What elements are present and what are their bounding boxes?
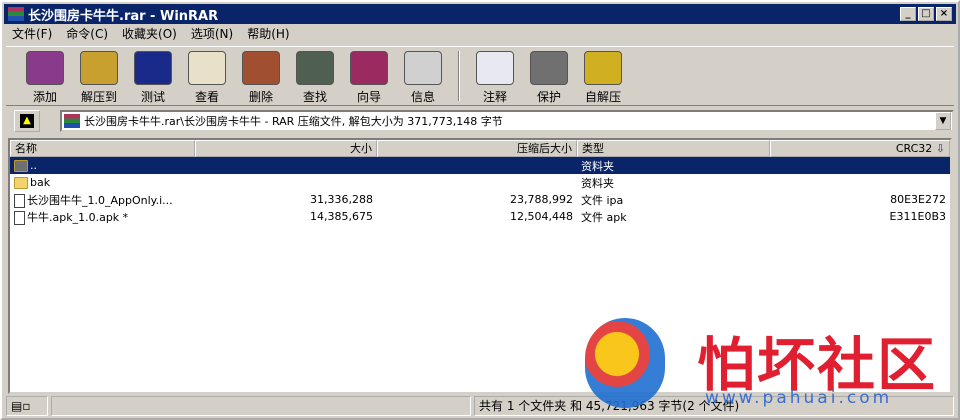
protect-icon bbox=[530, 51, 568, 85]
file-packed: 12,504,448 bbox=[510, 210, 573, 223]
winrar-window: 长沙围房卡牛牛.rar - WinRAR _ □ × 文件(F) 命令(C) 收… bbox=[0, 0, 960, 420]
file-size: 31,336,288 bbox=[310, 193, 373, 206]
column-name[interactable]: 名称 bbox=[10, 140, 195, 157]
info-icon bbox=[404, 51, 442, 85]
table-row[interactable]: .. 资料夹 bbox=[10, 157, 950, 174]
table-row[interactable]: bak 资料夹 bbox=[10, 174, 950, 191]
title-bar: 长沙围房卡牛牛.rar - WinRAR _ □ × bbox=[4, 4, 956, 24]
table-row[interactable]: 长沙围牛牛_1.0_AppOnly.i... 31,336,288 23,788… bbox=[10, 191, 950, 208]
add-archive-icon bbox=[26, 51, 64, 85]
toolbar: 添加 解压到 测试 查看 删除 查找 向导 信息 注释 保护 自解压 bbox=[6, 46, 954, 106]
sfx-icon bbox=[584, 51, 622, 85]
delete-icon bbox=[242, 51, 280, 85]
menu-bar: 文件(F) 命令(C) 收藏夹(O) 选项(N) 帮助(H) bbox=[6, 24, 290, 42]
minimize-button[interactable]: _ bbox=[900, 7, 916, 21]
toolbar-button-info[interactable]: 信息 bbox=[396, 47, 450, 105]
menu-file[interactable]: 文件(F) bbox=[12, 25, 52, 42]
maximize-button[interactable]: □ bbox=[918, 7, 934, 21]
file-type: 资料夹 bbox=[581, 159, 614, 173]
file-name: .. bbox=[30, 159, 37, 172]
menu-commands[interactable]: 命令(C) bbox=[66, 25, 108, 42]
toolbar-label: 添加 bbox=[32, 90, 57, 104]
path-dropdown-button[interactable]: ▼ bbox=[935, 112, 951, 130]
test-icon bbox=[134, 51, 172, 85]
toolbar-button-protect[interactable]: 保护 bbox=[522, 47, 576, 105]
toolbar-label: 信息 bbox=[410, 90, 435, 104]
wizard-icon bbox=[350, 51, 388, 85]
menu-favorites[interactable]: 收藏夹(O) bbox=[122, 25, 177, 42]
file-packed: 23,788,992 bbox=[510, 193, 573, 206]
file-type: 文件 apk bbox=[581, 210, 627, 224]
file-name: bak bbox=[30, 176, 51, 189]
file-crc: E311E0B3 bbox=[889, 210, 946, 223]
toolbar-separator bbox=[458, 51, 460, 101]
file-type: 文件 ipa bbox=[581, 193, 624, 207]
toolbar-label: 保护 bbox=[536, 90, 561, 104]
toolbar-button-wizard[interactable]: 向导 bbox=[342, 47, 396, 105]
sort-arrow-icon: ⇩ bbox=[935, 142, 945, 155]
status-bar: ▤▫ 共有 1 个文件夹 和 45,721,963 字节(2 个文件) bbox=[6, 396, 954, 416]
file-crc: 80E3E272 bbox=[890, 193, 946, 206]
find-icon bbox=[296, 51, 334, 85]
toolbar-label: 查看 bbox=[194, 90, 219, 104]
toolbar-label: 查找 bbox=[302, 90, 327, 104]
toolbar-label: 测试 bbox=[140, 90, 165, 104]
toolbar-button-extract[interactable]: 解压到 bbox=[72, 47, 126, 105]
archive-icon bbox=[64, 114, 80, 128]
file-list[interactable]: 名称 大小 压缩后大小 类型 CRC32 ⇩ .. 资料夹 bak 资料夹 长沙… bbox=[8, 138, 952, 394]
column-size[interactable]: 大小 bbox=[195, 140, 377, 157]
table-row[interactable]: 牛牛.apk_1.0.apk * 14,385,675 12,504,448 文… bbox=[10, 208, 950, 225]
path-field[interactable]: 长沙围房卡牛牛.rar\长沙围房卡牛牛 - RAR 压缩文件, 解包大小为 37… bbox=[60, 110, 954, 132]
file-size: 14,385,675 bbox=[310, 210, 373, 223]
menu-help[interactable]: 帮助(H) bbox=[247, 25, 289, 42]
menu-options[interactable]: 选项(N) bbox=[191, 25, 233, 42]
file-icon bbox=[14, 193, 25, 208]
folder-icon bbox=[14, 160, 28, 172]
list-header: 名称 大小 压缩后大小 类型 CRC32 ⇩ bbox=[10, 140, 950, 157]
comment-icon bbox=[476, 51, 514, 85]
extract-icon bbox=[80, 51, 118, 85]
toolbar-button-find[interactable]: 查找 bbox=[288, 47, 342, 105]
toolbar-label: 删除 bbox=[248, 90, 273, 104]
window-title: 长沙围房卡牛牛.rar - WinRAR bbox=[28, 8, 219, 24]
toolbar-button-sfx[interactable]: 自解压 bbox=[576, 47, 630, 105]
toolbar-label: 向导 bbox=[356, 90, 381, 104]
drive-lock-icon: ▤▫ bbox=[6, 396, 48, 416]
up-arrow-icon: ▲ bbox=[20, 114, 34, 128]
toolbar-button-delete[interactable]: 删除 bbox=[234, 47, 288, 105]
toolbar-button-comment[interactable]: 注释 bbox=[468, 47, 522, 105]
toolbar-label: 自解压 bbox=[584, 90, 621, 104]
winrar-icon bbox=[8, 7, 24, 21]
address-bar: ▲ 长沙围房卡牛牛.rar\长沙围房卡牛牛 - RAR 压缩文件, 解包大小为 … bbox=[6, 108, 954, 134]
up-folder-button[interactable]: ▲ bbox=[14, 110, 40, 132]
folder-icon bbox=[14, 177, 28, 189]
column-packed[interactable]: 压缩后大小 bbox=[377, 140, 577, 157]
column-crc32-label: CRC32 bbox=[895, 142, 933, 155]
path-text: 长沙围房卡牛牛.rar\长沙围房卡牛牛 - RAR 压缩文件, 解包大小为 37… bbox=[84, 115, 503, 128]
toolbar-button-add-archive[interactable]: 添加 bbox=[18, 47, 72, 105]
toolbar-button-test[interactable]: 测试 bbox=[126, 47, 180, 105]
file-icon bbox=[14, 210, 25, 225]
file-name: 长沙围牛牛_1.0_AppOnly.i... bbox=[27, 193, 173, 207]
status-left bbox=[51, 396, 471, 416]
toolbar-label: 注释 bbox=[482, 90, 507, 104]
status-summary: 共有 1 个文件夹 和 45,721,963 字节(2 个文件) bbox=[474, 396, 954, 416]
file-type: 资料夹 bbox=[581, 176, 614, 190]
toolbar-button-view[interactable]: 查看 bbox=[180, 47, 234, 105]
view-icon bbox=[188, 51, 226, 85]
toolbar-label: 解压到 bbox=[80, 90, 117, 104]
file-name: 牛牛.apk_1.0.apk * bbox=[27, 210, 129, 224]
close-button[interactable]: × bbox=[936, 7, 952, 21]
column-crc32[interactable]: CRC32 ⇩ bbox=[770, 140, 950, 157]
column-type[interactable]: 类型 bbox=[577, 140, 770, 157]
